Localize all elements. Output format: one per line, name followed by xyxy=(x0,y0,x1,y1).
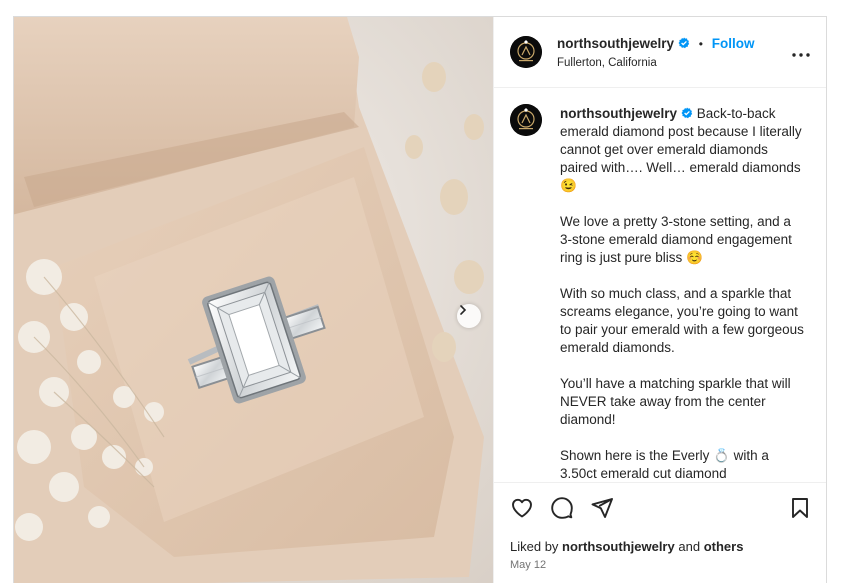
post-caption: northsouthjewelry Back-to-back emerald d… xyxy=(560,105,805,482)
caption-paragraph: northsouthjewelry Back-to-back emerald d… xyxy=(560,105,805,195)
heart-icon xyxy=(512,498,532,518)
post-image[interactable] xyxy=(14,17,493,583)
likes-summary: Liked by northsouthjewelry and others xyxy=(510,539,743,554)
chevron-right-icon xyxy=(460,305,467,315)
next-image-button[interactable] xyxy=(457,304,481,328)
location-link[interactable]: Fullerton, California xyxy=(557,57,657,69)
header-user-line: northsouthjewelry • Follow xyxy=(557,36,755,51)
comment-icon xyxy=(551,497,573,519)
caption-text: With so much class, and a sparkle that s… xyxy=(560,286,804,355)
bookmark-icon xyxy=(792,498,808,518)
comment-button[interactable] xyxy=(550,496,574,525)
post-actions: Liked by northsouthjewelry and others Ma… xyxy=(494,482,826,583)
share-button[interactable] xyxy=(590,496,614,525)
caption-paragraph: You’ll have a matching sparkle that will… xyxy=(560,375,805,429)
caption-paragraph: We love a pretty 3-stone setting, and a … xyxy=(560,213,805,267)
share-icon xyxy=(591,498,613,518)
post-side-panel: northsouthjewelry • Follow Fullerton, Ca… xyxy=(493,17,826,583)
username-link[interactable]: northsouthjewelry xyxy=(557,36,674,51)
more-options-button[interactable] xyxy=(792,44,810,62)
caption-text: Shown here is the Everly xyxy=(560,448,710,463)
wink-emoji: 😉 xyxy=(560,178,577,193)
ring-box-photo xyxy=(14,17,493,583)
brand-logo-icon xyxy=(510,36,542,68)
verified-badge-icon xyxy=(678,37,690,49)
save-button[interactable] xyxy=(788,496,812,525)
ring-emoji: 💍 xyxy=(713,448,730,463)
brand-logo-icon xyxy=(510,104,542,136)
verified-badge-icon xyxy=(681,107,693,119)
follow-button[interactable]: Follow xyxy=(712,36,755,51)
avatar[interactable] xyxy=(510,104,542,136)
liked-by-and: and xyxy=(678,539,701,554)
caption-paragraph: With so much class, and a sparkle that s… xyxy=(560,285,805,357)
liked-by-label: Liked by xyxy=(510,539,559,554)
like-button[interactable] xyxy=(510,496,534,525)
post-dialog: northsouthjewelry • Follow Fullerton, Ca… xyxy=(13,16,827,583)
smile-emoji: ☺️ xyxy=(686,250,703,265)
liked-by-others-link[interactable]: others xyxy=(704,539,744,554)
liked-by-user-link[interactable]: northsouthjewelry xyxy=(562,539,675,554)
caption-scroll-area[interactable]: northsouthjewelry Back-to-back emerald d… xyxy=(494,88,826,482)
more-options-icon xyxy=(792,53,810,57)
caption-text: We love a pretty 3-stone setting, and a … xyxy=(560,214,792,265)
post-date[interactable]: May 12 xyxy=(510,559,546,571)
separator-dot: • xyxy=(698,37,703,51)
post-header: northsouthjewelry • Follow Fullerton, Ca… xyxy=(494,17,826,88)
caption-paragraph: Shown here is the Everly 💍 with a 3.50ct… xyxy=(560,447,805,482)
caption-text: You’ll have a matching sparkle that will… xyxy=(560,376,791,427)
avatar[interactable] xyxy=(510,36,542,68)
username-link[interactable]: northsouthjewelry xyxy=(560,106,677,121)
